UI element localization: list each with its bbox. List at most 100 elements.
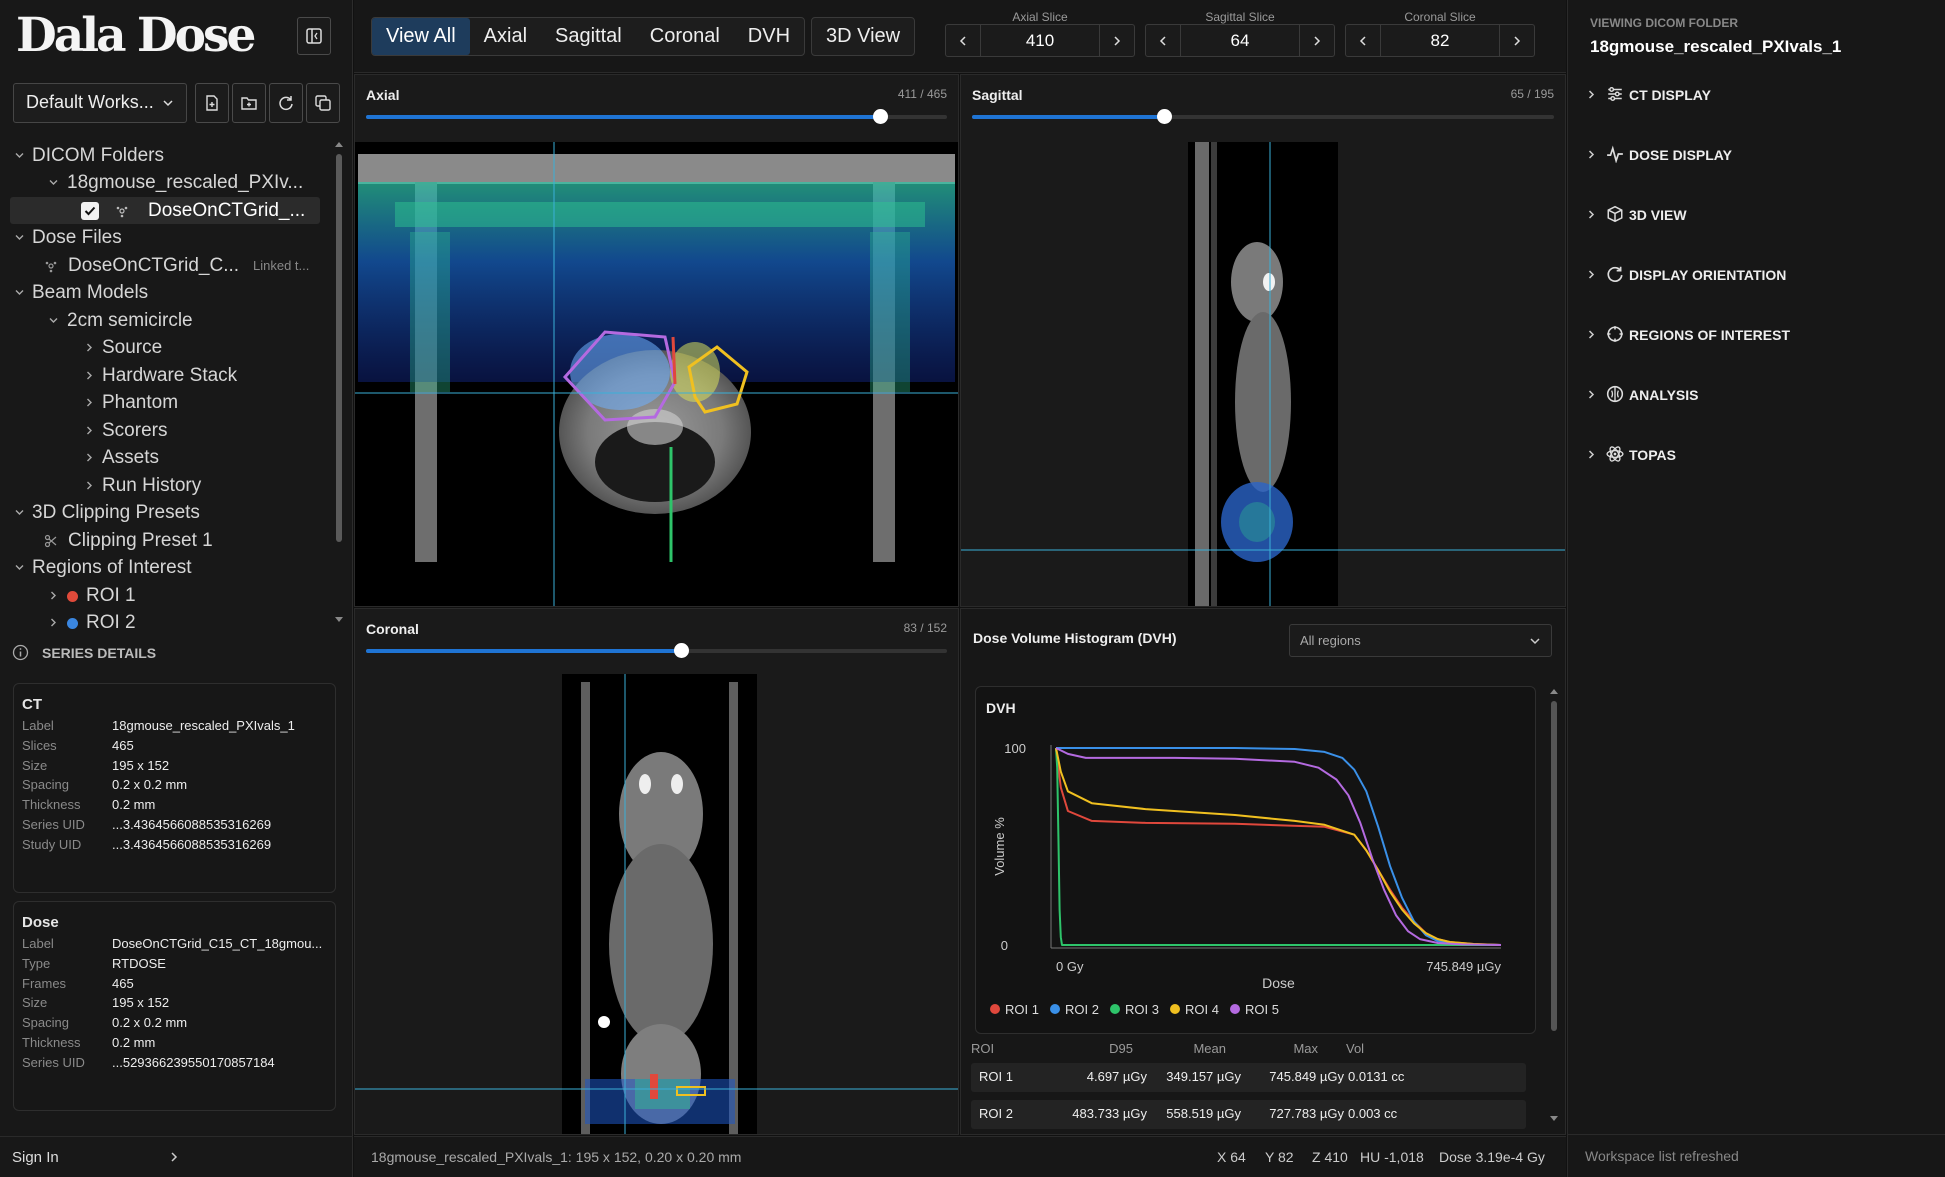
tree-scrollbar[interactable]	[334, 140, 344, 630]
sagittal-slider-knob[interactable]	[1157, 109, 1173, 124]
sign-in-row[interactable]: Sign In	[0, 1136, 353, 1177]
dvh-scrollbar[interactable]	[1548, 679, 1560, 1125]
chevron-right-icon	[48, 590, 59, 601]
duplicate-button[interactable]	[306, 83, 340, 123]
detail-key: Size	[22, 995, 48, 1011]
scroll-down-icon[interactable]	[1548, 1115, 1560, 1123]
axial-slice-value[interactable]: 410	[980, 25, 1100, 56]
axial-next-button[interactable]	[1100, 25, 1134, 56]
series-line-roi-4[interactable]	[1055, 747, 1502, 946]
coronal-slider-knob[interactable]	[674, 643, 690, 658]
scrollbar-thumb[interactable]	[336, 154, 342, 542]
legend-item[interactable]: ROI 5	[1230, 1002, 1279, 1017]
chevron-right-icon	[1586, 209, 1597, 220]
section-label: 3D VIEW	[1629, 207, 1687, 223]
tree-label: ROI 2	[86, 612, 136, 630]
coronal-counter: 83 / 152	[903, 621, 947, 635]
detail-key: Type	[22, 955, 51, 971]
collapse-sidebar-button[interactable]	[297, 17, 331, 55]
rotate-icon	[1606, 265, 1624, 283]
ct-detail-row: Spacing 0.2 x 0.2 mm	[22, 776, 332, 794]
tree-label: Beam Models	[32, 282, 149, 303]
dvh-chart[interactable]: DVH 100 0 0 Gy 745.849 µGy Dose Volume % ROI 1 R…	[976, 687, 1537, 1035]
chevron-left-icon	[957, 35, 969, 47]
y-tick-label: 100	[1004, 741, 1026, 756]
sidebar-panel-icon	[305, 27, 323, 45]
chevron-right-icon	[1511, 35, 1523, 47]
scroll-up-icon[interactable]	[1548, 687, 1560, 695]
logo-row: Dala Dose	[0, 0, 353, 74]
table-row[interactable]: ROI 1 4.697 µGy 349.157 µGy 745.849 µGy 0.01…	[971, 1063, 1526, 1092]
chevron-down-icon	[14, 232, 25, 243]
checkbox-checked[interactable]	[81, 202, 99, 220]
coronal-next-button[interactable]	[1500, 25, 1534, 56]
chevron-right-icon	[84, 370, 95, 381]
tree-label: Run History	[102, 475, 202, 496]
tab-dvh[interactable]: DVH	[734, 18, 804, 55]
new-file-button[interactable]	[195, 83, 229, 123]
table-header: ROI	[971, 1041, 995, 1056]
scrollbar-thumb[interactable]	[1551, 701, 1557, 1031]
coronal-image[interactable]	[355, 674, 958, 1134]
status-bar: 18gmouse_rescaled_PXIvals_1: 195 x 152, …	[354, 1136, 1566, 1177]
axial-title: Axial	[366, 87, 400, 103]
workspace-status: Workspace list refreshed	[1568, 1134, 1945, 1177]
refresh-button[interactable]	[269, 83, 303, 123]
chevron-left-icon	[1157, 35, 1169, 47]
x-tick-label: 0 Gy	[1056, 959, 1084, 974]
series-line-roi-5[interactable]	[1055, 747, 1502, 946]
coronal-slider[interactable]	[366, 643, 947, 658]
dose-details-card: Dose Label DoseOnCTGrid_C15_CT_18gmou... T…	[13, 901, 336, 1111]
ct-detail-row: Label 18gmouse_rescaled_PXIvals_1	[22, 717, 332, 735]
right-panel: VIEWING DICOM FOLDER 18gmouse_rescaled_P…	[1567, 0, 1945, 1177]
tree-node-dose-item-selected[interactable]: DoseOnCTGrid_...	[10, 197, 320, 224]
tab-3d-view[interactable]: 3D View	[811, 17, 916, 56]
axial-slider-knob[interactable]	[872, 109, 888, 124]
series-line-roi-2[interactable]	[1056, 747, 1502, 946]
tab-coronal[interactable]: Coronal	[636, 18, 734, 55]
table-cell-vol: 0.0131 cc	[1348, 1069, 1405, 1084]
axial-slider[interactable]	[366, 109, 947, 124]
tab-axial[interactable]: Axial	[470, 18, 541, 55]
legend-item[interactable]: ROI 2	[1050, 1002, 1099, 1017]
coronal-prev-button[interactable]	[1346, 25, 1380, 56]
coronal-slice-value[interactable]: 82	[1380, 25, 1500, 56]
sagittal-prev-button[interactable]	[1146, 25, 1180, 56]
tab-view-all[interactable]: View All	[372, 18, 470, 55]
series-line-roi-1[interactable]	[1055, 747, 1502, 946]
legend-marker	[990, 1004, 1000, 1014]
detail-value: 0.2 x 0.2 mm	[112, 1015, 188, 1031]
scroll-down-icon[interactable]	[334, 616, 344, 624]
chevron-right-icon	[1586, 269, 1597, 280]
view-tabs: View All Axial Sagittal Coronal DVH	[371, 17, 806, 56]
sagittal-slider[interactable]	[972, 109, 1554, 124]
tab-sagittal[interactable]: Sagittal	[541, 18, 636, 55]
status-dose: Dose 3.19e-4 Gy	[1439, 1149, 1545, 1165]
tree-node-dose-file[interactable]: DoseOnCTGrid_C... Linked t...	[44, 252, 334, 279]
ct-detail-row: Series UID ...3.4364566088535316269	[22, 816, 332, 834]
open-folder-button[interactable]	[232, 83, 266, 123]
series-line-roi-3[interactable]	[1055, 747, 1501, 946]
detail-value: 0.2 x 0.2 mm	[112, 777, 188, 793]
detail-value: ...5293662395501708571​84	[112, 1054, 275, 1070]
table-cell-max: 727.783 µGy	[1269, 1106, 1344, 1121]
sagittal-image[interactable]	[961, 142, 1565, 606]
detail-key: Series UID	[22, 1054, 85, 1070]
atom-icon	[1606, 445, 1624, 463]
legend-item[interactable]: ROI 3	[1110, 1002, 1159, 1017]
table-row[interactable]: ROI 2 483.733 µGy 558.519 µGy 727.783 µGy 0.…	[971, 1100, 1526, 1129]
sagittal-slice-value[interactable]: 64	[1180, 25, 1300, 56]
axial-image[interactable]	[355, 142, 958, 606]
sagittal-next-button[interactable]	[1300, 25, 1334, 56]
legend-item[interactable]: ROI 4	[1170, 1002, 1219, 1017]
legend-item[interactable]: ROI 1	[990, 1002, 1039, 1017]
legend-label: ROI 5	[1245, 1002, 1279, 1017]
chevron-down-icon	[48, 315, 59, 326]
axial-prev-button[interactable]	[946, 25, 980, 56]
crosshair-icon	[1606, 325, 1624, 343]
sagittal-counter: 65 / 195	[1510, 87, 1554, 101]
workspace-select[interactable]: Default Works...	[13, 83, 187, 123]
scroll-up-icon[interactable]	[334, 140, 344, 148]
dvh-region-select[interactable]: All regions	[1289, 624, 1552, 657]
ct-detail-row: Slices 465	[22, 737, 332, 755]
